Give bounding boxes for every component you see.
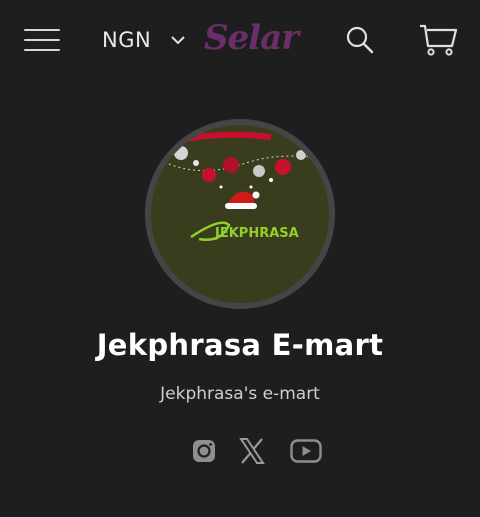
store-avatar-frame: JEKPHRASA (145, 119, 335, 309)
youtube-link[interactable] (289, 434, 323, 468)
currency-selector[interactable]: NGN (102, 24, 185, 56)
store-description: Jekphrasa's e-mart (160, 384, 320, 404)
currency-label: NGN (102, 28, 152, 52)
menu-button[interactable] (24, 27, 60, 53)
christmas-logo-image: JEKPHRASA (151, 125, 329, 303)
search-icon (346, 26, 374, 54)
selar-logo[interactable]: Selar (204, 18, 299, 58)
store-name: Jekphrasa E-mart (96, 328, 384, 362)
top-header: NGN Selar (0, 0, 480, 80)
search-button[interactable] (344, 24, 376, 56)
cart-button[interactable] (418, 22, 458, 58)
instagram-link[interactable] (187, 434, 221, 468)
x-twitter-link[interactable] (235, 434, 269, 468)
chevron-down-icon (171, 36, 185, 45)
cart-icon (420, 24, 458, 56)
hamburger-menu-icon (24, 29, 60, 31)
youtube-icon (290, 439, 322, 463)
social-links (0, 434, 480, 468)
avatar-logo-text: JEKPHRASA (214, 226, 299, 241)
store-avatar: JEKPHRASA (151, 125, 329, 303)
x-twitter-icon (239, 438, 265, 464)
logo-text: Selar (204, 18, 299, 58)
instagram-icon (193, 440, 215, 462)
